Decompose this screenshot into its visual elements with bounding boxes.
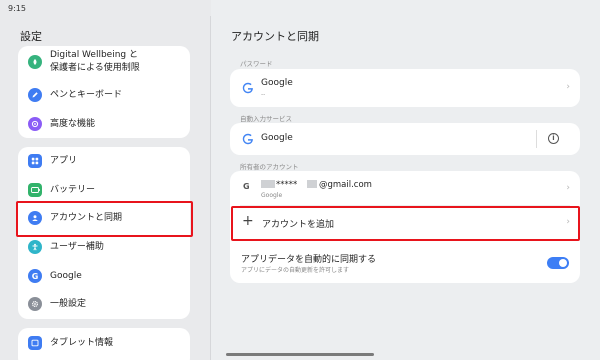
tablet-info-icon xyxy=(28,336,42,350)
sidebar-item-general-settings[interactable]: 一般設定 xyxy=(18,293,190,315)
account-email-suffix: @gmail.com xyxy=(319,180,372,190)
email-mask xyxy=(307,180,317,188)
password-section-label: パスワード xyxy=(240,60,273,68)
wellbeing-icon xyxy=(28,55,42,69)
account-provider: Google xyxy=(261,192,283,199)
sidebar-item-google[interactable]: G Google xyxy=(18,265,190,287)
google-logo-icon xyxy=(242,82,253,94)
page-title: アカウントと同期 xyxy=(231,30,319,43)
selected-item-highlight xyxy=(16,201,193,237)
autofill-google-item[interactable]: Google i xyxy=(230,123,580,155)
sidebar-card-1: Digital Wellbeing と 保護者による使用制限 ペンとキーボード … xyxy=(18,46,190,138)
sidebar-item-label: タブレット情報 xyxy=(50,338,114,348)
owner-section-label: 所有者のアカウント xyxy=(240,163,299,171)
sidebar-item-battery[interactable]: バッテリー xyxy=(18,179,190,201)
accessibility-icon xyxy=(28,240,42,254)
password-item-subtitle: -- xyxy=(261,91,266,98)
sidebar-item-digital-wellbeing[interactable]: Digital Wellbeing と 保護者による使用制限 xyxy=(18,46,190,80)
autofill-item-title: Google xyxy=(261,133,293,143)
password-google-item[interactable]: Google -- › xyxy=(230,69,580,107)
sidebar-item-label: 一般設定 xyxy=(50,299,87,309)
sidebar-item-accessibility[interactable]: ユーザー補助 xyxy=(18,236,190,258)
home-indicator[interactable] xyxy=(226,353,374,356)
google-logo-icon xyxy=(242,133,253,145)
toggle-knob xyxy=(559,259,567,267)
sidebar-item-pen-keyboard[interactable]: ペンとキーボード xyxy=(18,84,190,106)
advanced-features-icon xyxy=(28,117,42,131)
general-settings-icon xyxy=(28,297,42,311)
sidebar-item-advanced-features[interactable]: 高度な機能 xyxy=(18,113,190,135)
sidebar-item-label: 保護者による使用制限 xyxy=(50,63,140,73)
chevron-right-icon: › xyxy=(566,82,570,92)
sidebar-item-label: アプリ xyxy=(50,156,78,166)
owner-account-item[interactable]: G ***** @gmail.com Google › xyxy=(230,171,580,205)
sidebar-item-label: ユーザー補助 xyxy=(50,242,104,252)
info-icon[interactable]: i xyxy=(548,133,559,144)
apps-icon xyxy=(28,154,42,168)
auto-sync-subtitle: アプリにデータの自動更新を許可します xyxy=(241,267,350,274)
auto-sync-item[interactable]: アプリデータを自動的に同期する アプリにデータの自動更新を許可します xyxy=(230,246,580,280)
sidebar-item-apps[interactable]: アプリ xyxy=(18,150,190,172)
email-mask xyxy=(261,180,275,188)
sidebar-item-label: Digital Wellbeing と xyxy=(50,50,138,60)
add-account-highlight xyxy=(231,206,580,241)
auto-sync-toggle[interactable] xyxy=(547,257,569,269)
account-email-masked: ***** xyxy=(276,180,298,190)
password-item-title: Google xyxy=(261,78,293,88)
autofill-section-label: 自動入力サービス xyxy=(240,115,292,123)
chevron-right-icon: › xyxy=(566,183,570,193)
sidebar-item-label: バッテリー xyxy=(50,185,96,195)
sidebar-card-3: タブレット情報 xyxy=(18,328,190,360)
auto-sync-title: アプリデータを自動的に同期する xyxy=(241,255,377,265)
sidebar-item-label: ペンとキーボード xyxy=(50,90,123,100)
google-logo-icon: G xyxy=(243,182,250,191)
sidebar-item-tablet-info[interactable]: タブレット情報 xyxy=(18,332,190,354)
battery-icon xyxy=(28,183,42,197)
sidebar-item-label: 高度な機能 xyxy=(50,119,96,129)
pen-icon xyxy=(28,88,42,102)
sidebar-title: 設定 xyxy=(20,30,42,43)
autofill-separator xyxy=(536,130,537,148)
sidebar-item-label: Google xyxy=(50,271,82,281)
settings-sidebar: 設定 Digital Wellbeing と 保護者による使用制限 ペンとキーボ… xyxy=(0,0,210,360)
google-icon: G xyxy=(28,269,42,283)
